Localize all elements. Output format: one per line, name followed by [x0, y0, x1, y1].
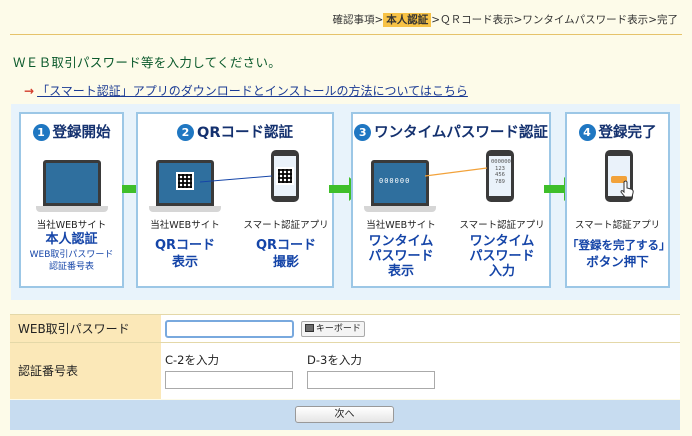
breadcrumb-item-current: 本人認証	[383, 13, 432, 27]
otp-keypad: 000000 123 456 789	[491, 159, 511, 185]
red-arrow-icon: →	[24, 84, 35, 98]
step-action: パスワード	[469, 249, 535, 264]
step-action: パスワード	[368, 249, 434, 264]
tap-hand-icon	[620, 180, 634, 198]
step-title-text: 登録開始	[52, 125, 111, 141]
step-action: 「登録を完了する」	[567, 238, 671, 252]
device-label: 当社WEBサイト	[36, 220, 107, 231]
flow-step-2: 2 QRコード認証 当社WEBサイト スマート認証アプリ QRコード 表示 QRコ…	[136, 112, 334, 288]
registration-flow-diagram: 1 登録開始 当社WEBサイト 本人認証 WEB取引パスワード 認証番号表 2 QR…	[11, 104, 680, 300]
step-number-badge: 2	[177, 124, 194, 141]
breadcrumb-separator: >	[374, 14, 384, 26]
step-action: 入力	[488, 264, 515, 279]
smartphone-icon	[271, 150, 299, 202]
step-number-badge: 1	[32, 124, 50, 141]
keyboard-icon	[304, 323, 314, 332]
step-number-badge: 3	[354, 124, 372, 141]
step-action: QRコード	[154, 238, 216, 253]
code-table-cell: C-2を入力 D-3を入力	[161, 342, 680, 399]
device-label: 当社WEBサイト	[366, 220, 436, 231]
step-action: 表示	[171, 255, 198, 270]
scan-line	[200, 175, 272, 183]
breadcrumb-separator: >	[431, 14, 441, 26]
step-title: 2 QRコード認証	[138, 121, 332, 142]
web-password-input[interactable]	[165, 319, 294, 338]
step-title-text: QRコード認証	[197, 125, 293, 141]
software-keyboard-label: キーボード	[315, 323, 361, 334]
flow-step-3: 3 ワンタイムパスワード認証 000000 000000 123 456 789 当社W…	[351, 112, 551, 288]
code-2-label: D-3を入力	[307, 353, 362, 367]
breadcrumb-separator: >	[648, 14, 657, 26]
app-install-help-link[interactable]: 「スマート認証」アプリのダウンロードとインストールの方法についてはこちら	[37, 84, 468, 98]
help-link-row: → 「スマート認証」アプリのダウンロードとインストールの方法についてはこちら	[24, 82, 468, 99]
header-divider	[10, 34, 682, 35]
device-label: スマート認証アプリ	[243, 220, 329, 231]
input-line	[425, 167, 487, 177]
device-label: スマート認証アプリ	[574, 220, 661, 231]
step-action: QRコード	[255, 238, 317, 253]
breadcrumb-item-qr: ＱＲコード表示	[440, 14, 514, 26]
step-action: ワンタイム	[368, 234, 434, 249]
step-title: 1 登録開始	[21, 121, 122, 142]
auth-form-table: WEB取引パスワード キーボード 認証番号表 C-2を入力 D-3を入力	[10, 314, 680, 399]
breadcrumb: 確認事項> 本人認証 >ＱＲコード表示>ワンタイムパスワード表示>完了	[332, 12, 678, 27]
qr-code-icon	[276, 167, 294, 185]
step-title: 3 ワンタイムパスワード認証	[353, 121, 549, 142]
step-title: 4 登録完了	[567, 121, 668, 142]
step-action: 本人認証	[45, 232, 98, 247]
step-action: 表示	[387, 264, 414, 279]
device-label: 当社WEBサイト	[150, 220, 220, 231]
password-label: WEB取引パスワード	[10, 314, 161, 343]
code-1-label: C-2を入力	[165, 353, 219, 367]
code-table-row: 認証番号表 C-2を入力 D-3を入力	[10, 342, 680, 399]
code-2-input[interactable]	[307, 371, 435, 389]
form-footer: 次へ	[10, 400, 680, 430]
password-row: WEB取引パスワード キーボード	[10, 314, 680, 343]
step-title-text: ワンタイムパスワード認証	[374, 125, 548, 141]
password-cell: キーボード	[161, 314, 680, 343]
step-title-text: 登録完了	[598, 125, 657, 141]
flow-step-1: 1 登録開始 当社WEBサイト 本人認証 WEB取引パスワード 認証番号表	[19, 112, 124, 288]
flow-step-4: 4 登録完了 スマート認証アプリ 「登録を完了する」 ボタン押下	[565, 112, 671, 288]
breadcrumb-item-otp: ワンタイムパスワード表示	[522, 14, 649, 26]
code-1-input[interactable]	[165, 371, 293, 389]
step-action: ボタン押下	[586, 254, 649, 269]
qr-code-icon	[176, 172, 194, 190]
step-action: 撮影	[272, 255, 299, 270]
page-instruction: ＷＥＢ取引パスワード等を入力してください。	[13, 55, 282, 70]
otp-display: 000000	[379, 177, 411, 185]
step-action: ワンタイム	[469, 234, 535, 249]
breadcrumb-item-confirm: 確認事項	[332, 14, 375, 26]
device-label: スマート認証アプリ	[459, 220, 545, 231]
step-sub-label: 認証番号表	[48, 262, 94, 272]
step-sub-label: WEB取引パスワード	[29, 250, 114, 260]
breadcrumb-item-done: 完了	[657, 14, 678, 26]
code-table-label: 認証番号表	[10, 342, 161, 399]
step-number-badge: 4	[578, 124, 596, 141]
smartphone-icon: 000000 123 456 789	[486, 150, 514, 202]
software-keyboard-button[interactable]: キーボード	[300, 320, 365, 337]
next-button[interactable]: 次へ	[295, 406, 394, 423]
